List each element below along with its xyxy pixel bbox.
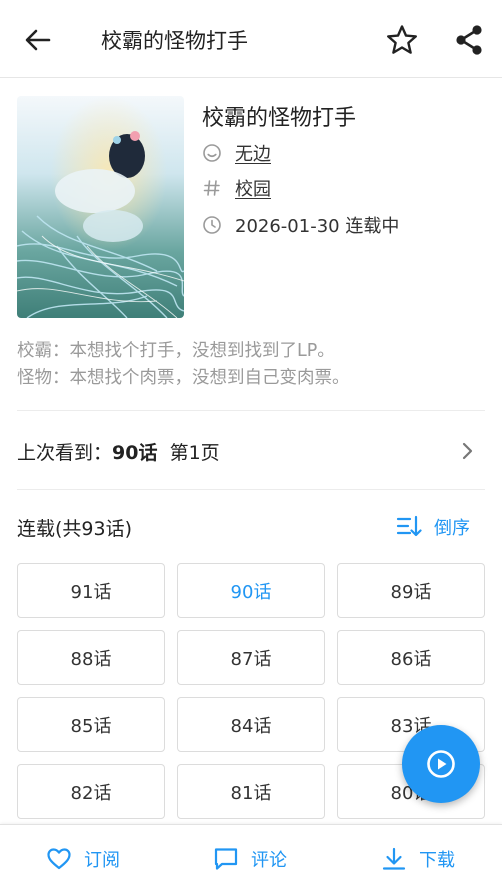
update-status: 2026-01-30 连载中 (235, 216, 400, 237)
chapter-chip[interactable]: 81话 (177, 764, 325, 819)
arrow-back-icon (25, 29, 51, 51)
comic-title: 校霸的怪物打手 (202, 106, 357, 131)
author-link[interactable]: 无边 (235, 140, 271, 166)
download-label: 下载 (419, 850, 455, 871)
top-app-bar: 校霸的怪物打手 (0, 0, 502, 78)
tag-link[interactable]: 校园 (235, 175, 271, 201)
bottom-action-bar: 订阅 评论 下载 (0, 824, 502, 892)
favorite-button[interactable] (385, 23, 419, 57)
reading-history-row[interactable]: 上次看到：90话 第1页 (0, 412, 502, 490)
chapter-chip[interactable]: 84话 (177, 697, 325, 752)
hashtag-icon (203, 180, 220, 196)
subscribe-button[interactable]: 订阅 (46, 845, 120, 873)
comic-cover-image[interactable] (17, 96, 184, 318)
description-line: 怪物：本想找个肉票，没想到自己变肉票。 (17, 368, 350, 388)
clock-icon (203, 216, 221, 234)
chapter-chip[interactable]: 85话 (17, 697, 165, 752)
chapter-chip[interactable]: 82话 (17, 764, 165, 819)
sort-order-button[interactable]: 倒序 (396, 512, 470, 542)
update-row: 2026-01-30 连载中 (202, 212, 399, 238)
sort-descending-icon (396, 515, 422, 537)
comic-description: 校霸：本想找个打手，没想到找到了LP。 怪物：本想找个肉票，没想到自己变肉票。 (17, 338, 487, 392)
history-prefix: 上次看到： (17, 442, 113, 464)
heart-outline-icon (47, 848, 71, 870)
divider (17, 410, 485, 411)
smiley-icon (203, 144, 221, 162)
download-button[interactable]: 下载 (381, 845, 455, 873)
comment-button[interactable]: 评论 (213, 845, 287, 873)
chapter-list-heading: 连载(共93话) (17, 518, 133, 540)
history-chapter: 90话 (112, 442, 158, 464)
chapter-chip[interactable]: 86话 (337, 630, 485, 685)
cover-illustration (17, 96, 184, 318)
chapter-chip[interactable]: 87话 (177, 630, 325, 685)
start-reading-fab[interactable] (402, 725, 480, 803)
comment-icon (214, 848, 238, 870)
share-icon (456, 25, 482, 55)
chapter-chip[interactable]: 89话 (337, 563, 485, 618)
subscribe-label: 订阅 (84, 850, 120, 871)
chapter-chip[interactable]: 91话 (17, 563, 165, 618)
history-page: 第1页 (169, 442, 220, 464)
play-circle-icon (427, 750, 455, 778)
comment-label: 评论 (251, 850, 287, 871)
chapter-chip[interactable]: 90话 (177, 563, 325, 618)
back-button[interactable] (22, 24, 54, 56)
divider (17, 489, 485, 490)
chevron-right-icon (462, 442, 473, 460)
chapter-chip[interactable]: 88话 (17, 630, 165, 685)
description-line: 校霸：本想找个打手，没想到找到了LP。 (17, 341, 335, 361)
download-icon (382, 847, 406, 870)
tag-row[interactable]: 校园 (202, 175, 271, 201)
history-text: 上次看到：90话 第1页 (17, 438, 220, 465)
author-row[interactable]: 无边 (202, 140, 271, 166)
page-title: 校霸的怪物打手 (101, 29, 248, 53)
sort-order-label: 倒序 (434, 518, 470, 539)
star-outline-icon (387, 25, 417, 54)
share-button[interactable] (453, 23, 485, 57)
